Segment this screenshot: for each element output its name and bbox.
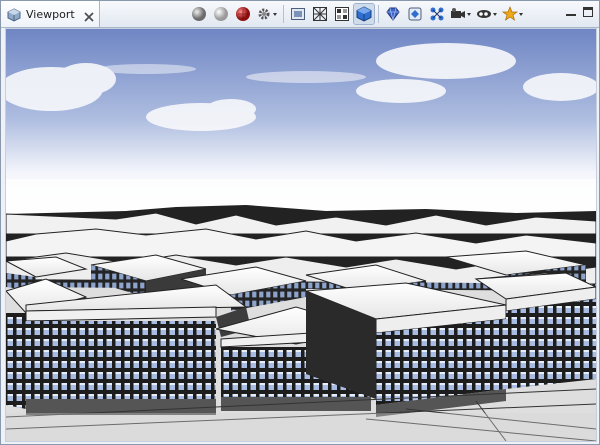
close-icon[interactable] — [83, 8, 95, 22]
gem-icon[interactable] — [383, 4, 403, 24]
visibility-dropdown-icon[interactable] — [475, 4, 499, 24]
maximize-icon[interactable] — [580, 4, 596, 20]
toolbar-separator — [378, 5, 379, 23]
solid-cube-icon[interactable] — [353, 3, 375, 25]
camera-dropdown-icon[interactable] — [449, 4, 473, 24]
render-frame-icon[interactable] — [288, 4, 308, 24]
sphere-gray-icon[interactable] — [189, 4, 209, 24]
viewport-window: Viewport — [0, 0, 600, 445]
sphere-red-checker-icon[interactable] — [233, 4, 253, 24]
node-network-icon[interactable] — [427, 4, 447, 24]
view-titlebar: Viewport — [1, 1, 599, 28]
wireframe-icon[interactable] — [310, 4, 330, 24]
city-scene — [6, 29, 596, 441]
texture-grid-icon[interactable] — [332, 4, 352, 24]
tab-title: Viewport — [26, 7, 75, 21]
toolbar-separator — [283, 5, 284, 23]
minimize-icon[interactable] — [563, 4, 579, 20]
sphere-light-icon[interactable] — [211, 4, 231, 24]
scene-object-icon[interactable] — [405, 4, 425, 24]
viewport-toolbar — [189, 3, 527, 25]
settings-gear-dropdown-icon[interactable] — [255, 4, 279, 24]
3d-viewport-canvas[interactable] — [5, 28, 597, 442]
tab-viewport[interactable]: Viewport — [1, 1, 100, 27]
viewport-cube-icon — [7, 7, 21, 22]
bookmark-star-dropdown-icon[interactable] — [501, 4, 525, 24]
